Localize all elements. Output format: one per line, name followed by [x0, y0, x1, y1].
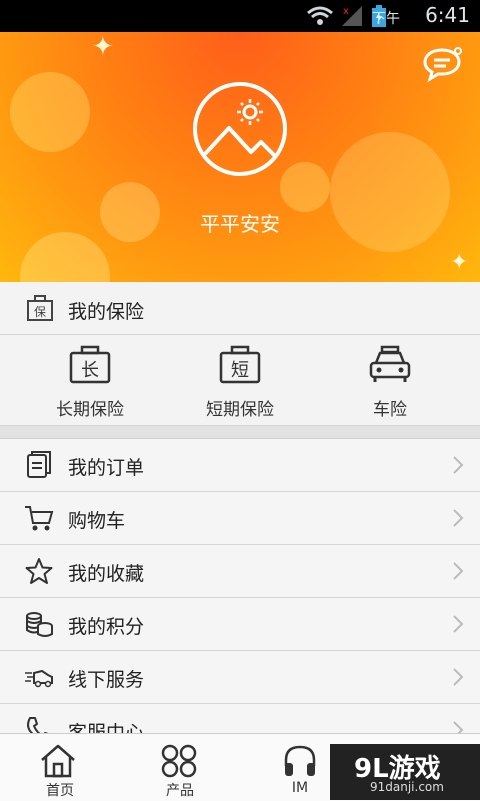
sparkle-icon: ✦ [92, 32, 114, 62]
menu-item-label: 我的订单 [68, 457, 145, 479]
svg-text:x: x [343, 6, 349, 17]
my-insurance-header[interactable]: 保 我的保险 [0, 282, 480, 335]
status-time: 6:41 [425, 3, 470, 27]
car-insurance-button[interactable]: 车险 [320, 345, 460, 420]
watermark-site: 91danji.com [370, 780, 444, 794]
menu-item-cart[interactable]: 购物车 [0, 492, 480, 545]
delivery-icon [25, 669, 53, 688]
chevron-right-icon [453, 456, 464, 474]
message-icon[interactable] [422, 46, 462, 82]
tab-home[interactable]: 首页 [0, 734, 120, 801]
avatar[interactable] [193, 82, 287, 176]
car-insurance-label: 车险 [373, 400, 407, 420]
insurance-briefcase-icon: 保 [27, 295, 53, 321]
long-term-insurance-label: 长期保险 [56, 400, 124, 420]
menu-list: 我的订单 购物车 我的收藏 我的积分 线下服务 [0, 439, 480, 757]
mountain-sun-icon [203, 99, 277, 158]
headphones-icon [284, 745, 316, 776]
divider [0, 426, 480, 439]
signal-icon: x [342, 6, 362, 26]
sparkle-icon: ✦ [450, 250, 469, 275]
watermark-logo: 9L游戏 91danji.com [330, 744, 480, 800]
grid-icon [161, 744, 197, 778]
coins-icon [26, 612, 53, 637]
short-term-insurance-button[interactable]: 短 短期保险 [170, 345, 310, 420]
svg-text:保: 保 [34, 305, 46, 319]
menu-item-label: 购物车 [68, 510, 126, 532]
username: 平平安安 [200, 212, 280, 236]
order-icon [27, 451, 51, 478]
tab-products[interactable]: 产品 [120, 734, 240, 801]
tab-label: 首页 [46, 783, 74, 799]
status-bar: x 下午 6:41 [0, 0, 480, 32]
car-icon [369, 345, 411, 382]
short-term-insurance-label: 短期保险 [206, 400, 274, 420]
star-icon [25, 558, 53, 584]
menu-item-offline-service[interactable]: 线下服务 [0, 651, 480, 704]
chevron-right-icon [453, 668, 464, 686]
cart-icon [25, 506, 54, 531]
menu-item-points[interactable]: 我的积分 [0, 598, 480, 651]
menu-item-orders[interactable]: 我的订单 [0, 439, 480, 492]
insurance-types: 长 长期保险 短 短期保险 车险 [0, 335, 480, 426]
menu-item-label: 我的收藏 [68, 563, 145, 585]
menu-item-label: 我的积分 [68, 616, 145, 638]
menu-item-favorites[interactable]: 我的收藏 [0, 545, 480, 598]
chevron-right-icon [453, 615, 464, 633]
section-title: 我的保险 [68, 301, 145, 323]
short-term-insurance-icon: 短 [219, 345, 261, 384]
wifi-icon [307, 6, 333, 25]
menu-item-label: 线下服务 [68, 669, 145, 691]
svg-text:长: 长 [81, 360, 99, 381]
chevron-right-icon [453, 509, 464, 527]
long-term-insurance-button[interactable]: 长 长期保险 [20, 345, 160, 420]
long-term-insurance-icon: 长 [69, 345, 111, 384]
profile-header: ✦ ✦ 平平安安 [0, 32, 480, 282]
status-period: 下午 [372, 11, 400, 27]
svg-text:短: 短 [231, 360, 249, 381]
chevron-right-icon [453, 562, 464, 580]
home-icon [41, 744, 75, 778]
tab-label: 产品 [166, 783, 194, 799]
